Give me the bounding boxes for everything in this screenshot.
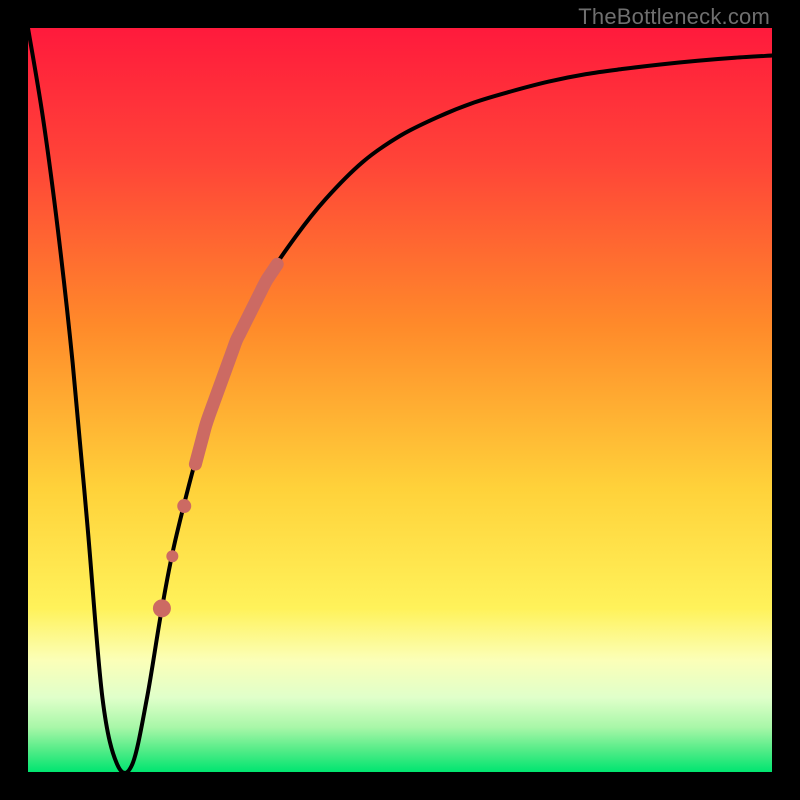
bottleneck-chart [28,28,772,772]
chart-frame [28,28,772,772]
gradient-background [28,28,772,772]
highlight-dot [153,599,171,617]
watermark-text: TheBottleneck.com [578,4,770,30]
highlight-dot [166,550,178,562]
highlight-dot [177,499,191,513]
